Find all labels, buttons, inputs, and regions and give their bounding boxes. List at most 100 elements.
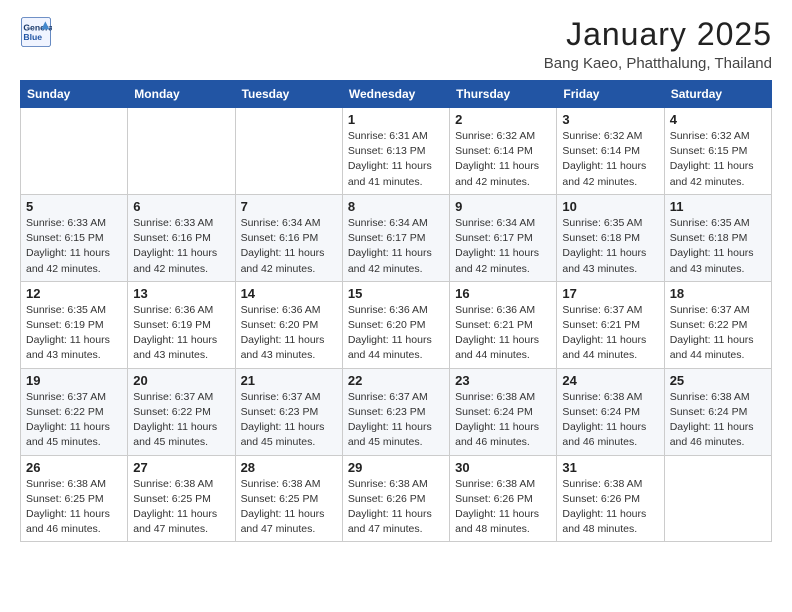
week-row-5: 26 Sunrise: 6:38 AMSunset: 6:25 PMDayligh…: [21, 455, 772, 542]
weekday-header-sunday: Sunday: [21, 81, 128, 108]
day-info: Sunrise: 6:32 AMSunset: 6:15 PMDaylight:…: [670, 129, 766, 190]
weekday-header-monday: Monday: [128, 81, 235, 108]
day-info: Sunrise: 6:37 AMSunset: 6:22 PMDaylight:…: [26, 390, 122, 451]
day-number: 30: [455, 460, 551, 475]
day-info: Sunrise: 6:38 AMSunset: 6:25 PMDaylight:…: [241, 477, 337, 538]
day-number: 8: [348, 199, 444, 214]
page: General Blue January 2025 Bang Kaeo, Pha…: [0, 0, 792, 612]
day-number: 13: [133, 286, 229, 301]
day-number: 2: [455, 112, 551, 127]
calendar-cell: 21 Sunrise: 6:37 AMSunset: 6:23 PMDayligh…: [235, 368, 342, 455]
day-number: 4: [670, 112, 766, 127]
weekday-header-thursday: Thursday: [450, 81, 557, 108]
title-block: January 2025 Bang Kaeo, Phatthalung, Tha…: [544, 16, 772, 72]
day-number: 21: [241, 373, 337, 388]
calendar-cell: 20 Sunrise: 6:37 AMSunset: 6:22 PMDayligh…: [128, 368, 235, 455]
calendar-table: SundayMondayTuesdayWednesdayThursdayFrid…: [20, 80, 772, 542]
calendar-cell: 3 Sunrise: 6:32 AMSunset: 6:14 PMDaylight…: [557, 108, 664, 195]
day-info: Sunrise: 6:36 AMSunset: 6:21 PMDaylight:…: [455, 303, 551, 364]
day-number: 25: [670, 373, 766, 388]
calendar-cell: [21, 108, 128, 195]
calendar-cell: [664, 455, 771, 542]
weekday-header-wednesday: Wednesday: [342, 81, 449, 108]
day-info: Sunrise: 6:38 AMSunset: 6:24 PMDaylight:…: [455, 390, 551, 451]
calendar-cell: 12 Sunrise: 6:35 AMSunset: 6:19 PMDayligh…: [21, 281, 128, 368]
day-info: Sunrise: 6:38 AMSunset: 6:26 PMDaylight:…: [348, 477, 444, 538]
day-number: 1: [348, 112, 444, 127]
day-info: Sunrise: 6:34 AMSunset: 6:16 PMDaylight:…: [241, 216, 337, 277]
week-row-1: 1 Sunrise: 6:31 AMSunset: 6:13 PMDaylight…: [21, 108, 772, 195]
day-number: 22: [348, 373, 444, 388]
day-info: Sunrise: 6:38 AMSunset: 6:25 PMDaylight:…: [26, 477, 122, 538]
calendar-cell: 16 Sunrise: 6:36 AMSunset: 6:21 PMDayligh…: [450, 281, 557, 368]
day-info: Sunrise: 6:37 AMSunset: 6:23 PMDaylight:…: [348, 390, 444, 451]
calendar-cell: 19 Sunrise: 6:37 AMSunset: 6:22 PMDayligh…: [21, 368, 128, 455]
day-info: Sunrise: 6:37 AMSunset: 6:22 PMDaylight:…: [670, 303, 766, 364]
day-number: 27: [133, 460, 229, 475]
header: General Blue January 2025 Bang Kaeo, Pha…: [20, 16, 772, 72]
calendar-cell: 11Sunrise: 6:35 AMSunset: 6:18 PMDayligh…: [664, 194, 771, 281]
day-info: Sunrise: 6:37 AMSunset: 6:23 PMDaylight:…: [241, 390, 337, 451]
calendar-cell: 23 Sunrise: 6:38 AMSunset: 6:24 PMDayligh…: [450, 368, 557, 455]
day-info: Sunrise: 6:32 AMSunset: 6:14 PMDaylight:…: [562, 129, 658, 190]
calendar-cell: 22 Sunrise: 6:37 AMSunset: 6:23 PMDayligh…: [342, 368, 449, 455]
logo: General Blue: [20, 16, 56, 48]
day-number: 15: [348, 286, 444, 301]
calendar-cell: 13 Sunrise: 6:36 AMSunset: 6:19 PMDayligh…: [128, 281, 235, 368]
day-info: Sunrise: 6:38 AMSunset: 6:26 PMDaylight:…: [455, 477, 551, 538]
day-info: Sunrise: 6:32 AMSunset: 6:14 PMDaylight:…: [455, 129, 551, 190]
week-row-2: 5 Sunrise: 6:33 AMSunset: 6:15 PMDaylight…: [21, 194, 772, 281]
day-number: 16: [455, 286, 551, 301]
location-title: Bang Kaeo, Phatthalung, Thailand: [544, 55, 772, 72]
day-number: 28: [241, 460, 337, 475]
calendar-cell: 8 Sunrise: 6:34 AMSunset: 6:17 PMDaylight…: [342, 194, 449, 281]
day-info: Sunrise: 6:38 AMSunset: 6:24 PMDaylight:…: [562, 390, 658, 451]
calendar-cell: 26 Sunrise: 6:38 AMSunset: 6:25 PMDayligh…: [21, 455, 128, 542]
day-info: Sunrise: 6:36 AMSunset: 6:20 PMDaylight:…: [348, 303, 444, 364]
day-info: Sunrise: 6:37 AMSunset: 6:21 PMDaylight:…: [562, 303, 658, 364]
day-info: Sunrise: 6:35 AMSunset: 6:19 PMDaylight:…: [26, 303, 122, 364]
day-info: Sunrise: 6:34 AMSunset: 6:17 PMDaylight:…: [348, 216, 444, 277]
day-number: 12: [26, 286, 122, 301]
day-info: Sunrise: 6:36 AMSunset: 6:20 PMDaylight:…: [241, 303, 337, 364]
calendar-cell: 17Sunrise: 6:37 AMSunset: 6:21 PMDayligh…: [557, 281, 664, 368]
calendar-cell: 18 Sunrise: 6:37 AMSunset: 6:22 PMDayligh…: [664, 281, 771, 368]
calendar-cell: [128, 108, 235, 195]
calendar-cell: 31 Sunrise: 6:38 AMSunset: 6:26 PMDayligh…: [557, 455, 664, 542]
day-number: 3: [562, 112, 658, 127]
month-title: January 2025: [544, 16, 772, 53]
day-number: 26: [26, 460, 122, 475]
day-number: 20: [133, 373, 229, 388]
calendar-cell: 15 Sunrise: 6:36 AMSunset: 6:20 PMDayligh…: [342, 281, 449, 368]
week-row-3: 12 Sunrise: 6:35 AMSunset: 6:19 PMDayligh…: [21, 281, 772, 368]
calendar-cell: 5 Sunrise: 6:33 AMSunset: 6:15 PMDaylight…: [21, 194, 128, 281]
day-info: Sunrise: 6:35 AMSunset: 6:18 PMDaylight:…: [562, 216, 658, 277]
day-number: 23: [455, 373, 551, 388]
day-number: 18: [670, 286, 766, 301]
day-number: 6: [133, 199, 229, 214]
day-number: 10: [562, 199, 658, 214]
calendar-cell: 24 Sunrise: 6:38 AMSunset: 6:24 PMDayligh…: [557, 368, 664, 455]
day-number: 31: [562, 460, 658, 475]
day-info: Sunrise: 6:38 AMSunset: 6:24 PMDaylight:…: [670, 390, 766, 451]
day-number: 5: [26, 199, 122, 214]
weekday-header-friday: Friday: [557, 81, 664, 108]
day-number: 19: [26, 373, 122, 388]
calendar-cell: 27 Sunrise: 6:38 AMSunset: 6:25 PMDayligh…: [128, 455, 235, 542]
weekday-header-saturday: Saturday: [664, 81, 771, 108]
day-number: 24: [562, 373, 658, 388]
day-info: Sunrise: 6:36 AMSunset: 6:19 PMDaylight:…: [133, 303, 229, 364]
day-info: Sunrise: 6:38 AMSunset: 6:26 PMDaylight:…: [562, 477, 658, 538]
day-info: Sunrise: 6:33 AMSunset: 6:15 PMDaylight:…: [26, 216, 122, 277]
day-info: Sunrise: 6:38 AMSunset: 6:25 PMDaylight:…: [133, 477, 229, 538]
day-number: 9: [455, 199, 551, 214]
calendar-cell: 14Sunrise: 6:36 AMSunset: 6:20 PMDayligh…: [235, 281, 342, 368]
day-info: Sunrise: 6:37 AMSunset: 6:22 PMDaylight:…: [133, 390, 229, 451]
calendar-cell: 6Sunrise: 6:33 AMSunset: 6:16 PMDaylight…: [128, 194, 235, 281]
calendar-cell: 25 Sunrise: 6:38 AMSunset: 6:24 PMDayligh…: [664, 368, 771, 455]
day-info: Sunrise: 6:31 AMSunset: 6:13 PMDaylight:…: [348, 129, 444, 190]
calendar-cell: 10 Sunrise: 6:35 AMSunset: 6:18 PMDayligh…: [557, 194, 664, 281]
day-number: 11: [670, 199, 766, 214]
calendar-cell: 9Sunrise: 6:34 AMSunset: 6:17 PMDaylight…: [450, 194, 557, 281]
weekday-header-tuesday: Tuesday: [235, 81, 342, 108]
